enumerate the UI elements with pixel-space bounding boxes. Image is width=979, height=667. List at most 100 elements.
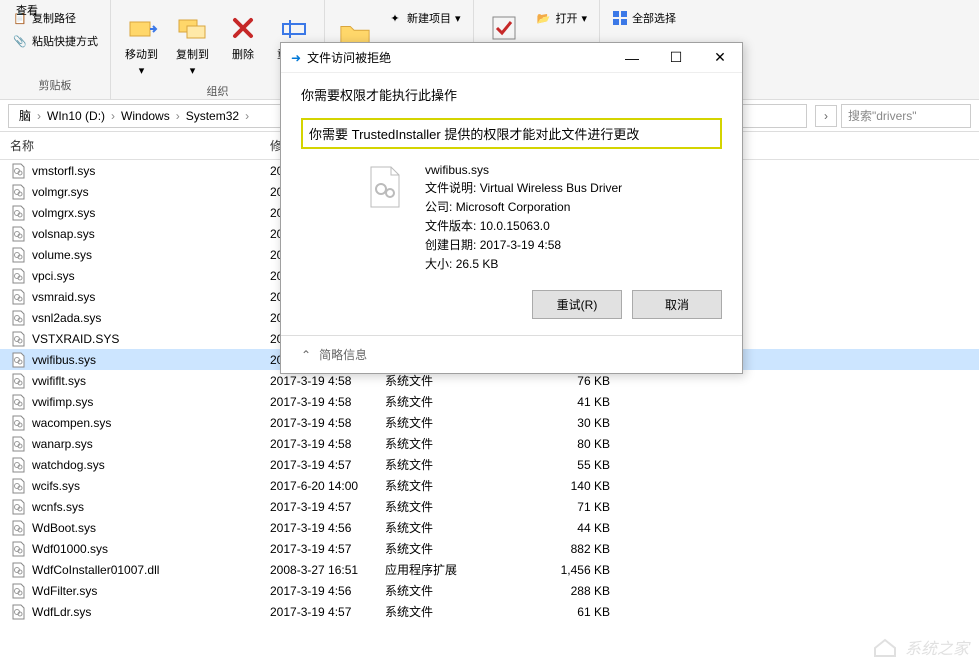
file-name-cell: vwifibus.sys	[32, 353, 96, 367]
checkbox-icon	[488, 12, 520, 44]
sys-file-icon	[10, 520, 26, 536]
chevron-right-icon: ›	[176, 109, 180, 123]
breadcrumb-segment[interactable]: WIn10 (D:)	[43, 109, 109, 123]
more-info-toggle[interactable]: ⌃ 简略信息	[281, 335, 742, 373]
sys-file-icon	[10, 394, 26, 410]
sys-file-icon	[10, 289, 26, 305]
cancel-button[interactable]: 取消	[632, 290, 722, 319]
open-button[interactable]: 📂 打开 ▾	[532, 8, 592, 28]
file-row[interactable]: watchdog.sys2017-3-19 4:57系统文件55 KB	[0, 454, 979, 475]
select-all-button[interactable]: 全部选择	[608, 8, 680, 28]
sys-file-icon	[10, 499, 26, 515]
file-size-cell: 30 KB	[530, 416, 630, 430]
ribbon-tab: 查看	[16, 2, 38, 18]
file-name: vwifibus.sys	[425, 163, 622, 177]
file-size-cell: 41 KB	[530, 395, 630, 409]
file-type-cell: 系统文件	[385, 519, 530, 536]
file-row[interactable]: wcnfs.sys2017-3-19 4:57系统文件71 KB	[0, 496, 979, 517]
close-button[interactable]: ✕	[698, 43, 742, 73]
file-size-cell: 882 KB	[530, 542, 630, 556]
breadcrumb-segment[interactable]: System32	[182, 109, 243, 123]
breadcrumb-segment[interactable]: 脑	[15, 107, 35, 124]
file-date-cell: 2017-3-19 4:58	[270, 416, 385, 430]
file-type-cell: 应用程序扩展	[385, 561, 530, 578]
sys-file-icon	[10, 226, 26, 242]
file-size-cell: 76 KB	[530, 374, 630, 388]
file-row[interactable]: WdBoot.sys2017-3-19 4:56系统文件44 KB	[0, 517, 979, 538]
new-item-button[interactable]: ✦ 新建项目 ▾	[383, 8, 465, 28]
file-name-cell: Wdf01000.sys	[32, 542, 108, 556]
move-to-button[interactable]: 移动到▾	[119, 8, 164, 81]
file-name-cell: wcnfs.sys	[32, 500, 84, 514]
maximize-button[interactable]: ☐	[654, 43, 698, 73]
chevron-right-icon: ›	[111, 109, 115, 123]
file-row[interactable]: wacompen.sys2017-3-19 4:58系统文件30 KB	[0, 412, 979, 433]
file-name-cell: wacompen.sys	[32, 416, 111, 430]
copy-to-icon	[177, 12, 209, 44]
dialog-titlebar[interactable]: ➜ 文件访问被拒绝 — ☐ ✕	[281, 43, 742, 73]
file-size-cell: 1,456 KB	[530, 563, 630, 577]
delete-button[interactable]: 删除	[221, 8, 265, 66]
file-name-cell: volume.sys	[32, 248, 92, 262]
file-row[interactable]: vwifimp.sys2017-3-19 4:58系统文件41 KB	[0, 391, 979, 412]
file-type-cell: 系统文件	[385, 456, 530, 473]
column-name[interactable]: 名称	[10, 137, 270, 154]
file-size-cell: 140 KB	[530, 479, 630, 493]
minimize-button[interactable]: —	[610, 43, 654, 73]
move-to-icon	[126, 12, 158, 44]
file-type-cell: 系统文件	[385, 498, 530, 515]
file-row[interactable]: WdFilter.sys2017-3-19 4:56系统文件288 KB	[0, 580, 979, 601]
file-size-cell: 44 KB	[530, 521, 630, 535]
sys-file-icon	[10, 583, 26, 599]
retry-button[interactable]: 重试(R)	[532, 290, 622, 319]
sys-file-icon	[10, 541, 26, 557]
file-name-cell: volmgrx.sys	[32, 206, 95, 220]
file-name-cell: volsnap.sys	[32, 227, 95, 241]
file-name-cell: WdfLdr.sys	[32, 605, 91, 619]
delete-icon	[227, 12, 259, 44]
open-icon: 📂	[536, 10, 552, 26]
chevron-up-icon: ⌃	[301, 348, 311, 362]
file-version: 文件版本: 10.0.15063.0	[425, 217, 622, 234]
sys-file-icon	[10, 184, 26, 200]
sys-file-icon	[10, 562, 26, 578]
file-row[interactable]: wcifs.sys2017-6-20 14:00系统文件140 KB	[0, 475, 979, 496]
file-size-cell: 71 KB	[530, 500, 630, 514]
file-date-cell: 2017-3-19 4:58	[270, 374, 385, 388]
arrow-right-icon: ➜	[291, 51, 301, 65]
copy-to-button[interactable]: 复制到▾	[170, 8, 215, 81]
sys-file-icon	[10, 436, 26, 452]
file-name-cell: vwififlt.sys	[32, 374, 86, 388]
file-company: 公司: Microsoft Corporation	[425, 198, 622, 215]
file-name-cell: vmstorfl.sys	[32, 164, 95, 178]
file-date-cell: 2017-6-20 14:00	[270, 479, 385, 493]
file-size-cell: 80 KB	[530, 437, 630, 451]
file-date-cell: 2017-3-19 4:57	[270, 458, 385, 472]
file-row[interactable]: WdfCoInstaller01007.dll2008-3-27 16:51应用…	[0, 559, 979, 580]
file-type-cell: 系统文件	[385, 435, 530, 452]
paste-shortcut-icon: 📎	[12, 33, 28, 49]
file-row[interactable]: wanarp.sys2017-3-19 4:58系统文件80 KB	[0, 433, 979, 454]
sys-file-icon	[10, 415, 26, 431]
file-name-cell: volmgr.sys	[32, 185, 89, 199]
file-row[interactable]: Wdf01000.sys2017-3-19 4:57系统文件882 KB	[0, 538, 979, 559]
file-size-cell: 55 KB	[530, 458, 630, 472]
select-all-icon	[612, 10, 628, 26]
rename-icon	[278, 12, 310, 44]
sys-file-icon	[10, 205, 26, 221]
file-row[interactable]: WdfLdr.sys2017-3-19 4:57系统文件61 KB	[0, 601, 979, 622]
sys-file-icon	[10, 604, 26, 620]
breadcrumb-segment[interactable]: Windows	[117, 109, 174, 123]
file-size-cell: 61 KB	[530, 605, 630, 619]
search-placeholder: 搜索"drivers"	[848, 107, 917, 124]
sys-file-icon	[10, 310, 26, 326]
chevron-right-icon: ›	[245, 109, 249, 123]
forward-button[interactable]: ›	[815, 105, 837, 127]
file-type-cell: 系统文件	[385, 540, 530, 557]
file-date-cell: 2017-3-19 4:58	[270, 395, 385, 409]
sys-file-icon	[10, 268, 26, 284]
file-type-cell: 系统文件	[385, 372, 530, 389]
paste-shortcut-button[interactable]: 📎 粘贴快捷方式	[8, 31, 102, 51]
file-name-cell: WdFilter.sys	[32, 584, 97, 598]
search-input[interactable]: 搜索"drivers"	[841, 104, 971, 128]
